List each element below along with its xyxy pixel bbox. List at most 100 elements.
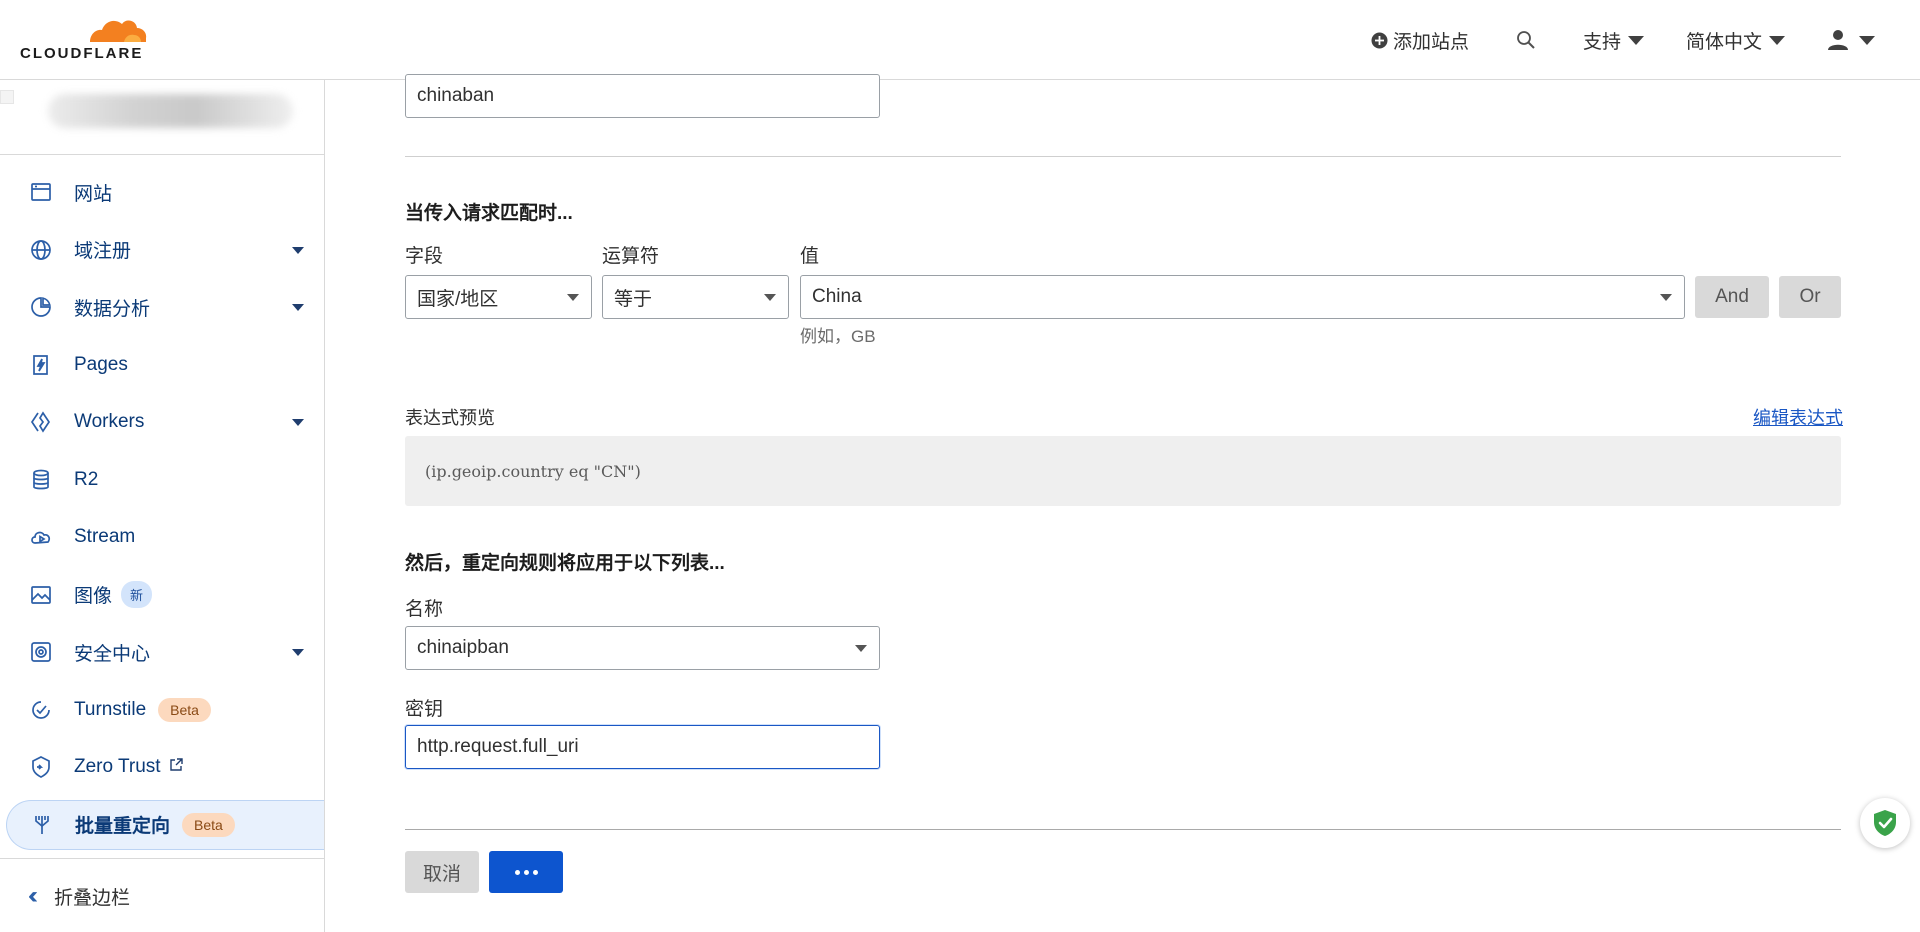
cloud-play-icon [29,525,53,549]
double-chevron-left-icon: ‹‹ [28,882,38,909]
chevron-down-icon [567,294,579,301]
edit-expression-link[interactable]: 编辑表达式 [1753,404,1843,430]
operator-label: 运算符 [602,246,660,267]
add-site-button[interactable]: 添加站点 [1371,26,1469,54]
database-icon [29,468,53,492]
chevron-down-icon [1859,35,1875,45]
zero-trust-icon [29,755,53,779]
workers-icon [29,410,53,434]
browser-window-icon [29,180,53,204]
sidebar-item-label: Workers [74,411,145,432]
sidebar-item-6[interactable]: R2 [6,455,324,505]
add-site-label: 添加站点 [1393,31,1470,53]
pie-chart-icon [29,295,53,319]
sidebar-item-9[interactable]: 安全中心 [6,627,324,677]
sidebar-item-label: 域注册 [74,241,132,262]
support-label: 支持 [1583,31,1622,53]
main-content: chinaban 当传入请求匹配时... 字段 运算符 值 国家/地区 等于 C… [326,74,1920,932]
sidebar-item-12[interactable]: 批量重定向 Beta [6,799,324,850]
sidebar-item-4[interactable]: Pages [6,340,324,390]
collapse-sidebar-button[interactable]: ‹‹ 折叠边栏 [28,882,130,910]
expression-preview-label: 表达式预览 [405,408,495,428]
badge: Beta [182,812,235,837]
sidebar-item-2[interactable]: 域注册 [6,225,324,275]
cloudflare-logo[interactable]: CLOUDFLARE [20,12,156,64]
chevron-down-icon [764,294,776,301]
chevron-down-icon[interactable] [292,304,304,311]
sidebar-divider [0,154,324,155]
key-label: 密钥 [405,699,444,720]
image-icon [29,583,53,607]
chevron-down-icon [1660,294,1672,301]
footer-divider [405,829,1841,830]
loading-dots-icon [514,869,538,875]
account-checkbox[interactable] [0,90,14,104]
chevron-down-icon[interactable] [292,246,304,254]
or-button[interactable]: Or [1779,276,1841,318]
plus-circle-icon [1371,32,1388,48]
shield-check-icon [1874,810,1896,836]
operator-select[interactable]: 等于 [602,275,789,319]
sidebar-item-label: Stream [74,526,136,547]
section-divider [405,156,1841,157]
chevron-down-icon [1628,35,1645,45]
expression-preview: (ip.geoip.country eq "CN") [405,436,1841,506]
list-select-value: chinaipban [417,637,509,658]
sidebar: 网站域注册数据分析 Pages Workers R2 Stream 图像新安全中心 Turn… [0,80,325,932]
field-select-value: 国家/地区 [417,288,499,310]
sidebar-item-5[interactable]: Workers [6,397,324,447]
user-icon [1828,30,1848,50]
language-label: 简体中文 [1686,31,1763,53]
sidebar-item-10[interactable]: Turnstile Beta [6,685,324,735]
and-button[interactable]: And [1695,276,1769,318]
key-input-value: http.request.full_uri [417,736,579,757]
logo-text: CLOUDFLARE [20,45,144,62]
turnstile-icon [29,698,53,722]
external-link-icon [161,756,183,778]
sidebar-item-11[interactable]: Zero Trust [6,742,324,792]
chevron-down-icon[interactable] [292,419,304,426]
sidebar-item-label: Pages [74,353,128,375]
sidebar-item-label: 图像 [74,586,113,607]
field-label: 字段 [405,246,444,267]
operator-select-value: 等于 [614,288,653,310]
security-gear-icon [29,640,53,664]
user-menu[interactable] [1827,26,1875,54]
sidebar-item-label: 批量重定向 [75,816,171,837]
sidebar-item-label: 数据分析 [74,298,151,320]
sidebar-item-8[interactable]: 图像新 [6,570,324,620]
sidebar-item-1[interactable]: 网站 [6,167,324,217]
sidebar-item-label: 安全中心 [74,643,151,665]
value-select[interactable]: China [800,275,1685,319]
sidebar-item-label: Zero Trust [74,756,161,777]
search-icon [1517,31,1535,49]
chevron-down-icon[interactable] [292,649,304,656]
sidebar-item-label: R2 [74,468,99,490]
expression-text: (ip.geoip.country eq "CN") [425,461,641,481]
chevron-down-icon [1769,35,1786,45]
submit-button[interactable] [489,851,563,893]
list-name-input[interactable]: chinaban [405,74,880,118]
cloud-icon [90,20,147,42]
cancel-button[interactable]: 取消 [405,851,479,893]
search-button[interactable] [1516,26,1536,54]
collapse-sidebar-label: 折叠边栏 [53,887,130,909]
list-select[interactable]: chinaipban [405,626,880,670]
or-button-label: Or [1799,286,1821,307]
badge: Beta [158,697,211,722]
name-label: 名称 [405,599,444,620]
language-menu[interactable]: 简体中文 [1686,26,1786,54]
value-label: 值 [800,246,820,267]
cancel-button-label: 取消 [422,863,461,885]
sidebar-item-7[interactable]: Stream [6,512,324,562]
security-shield-button[interactable] [1860,798,1910,848]
key-input[interactable]: http.request.full_uri [405,725,880,769]
value-hint: 例如，GB [800,327,876,346]
match-section-title: 当传入请求匹配时... [405,203,573,224]
field-select[interactable]: 国家/地区 [405,275,592,319]
support-menu[interactable]: 支持 [1583,26,1645,54]
list-name-value: chinaban [417,85,495,106]
account-name-redacted[interactable] [48,94,293,128]
bulk-redirect-icon [30,813,54,837]
sidebar-item-3[interactable]: 数据分析 [6,282,324,332]
